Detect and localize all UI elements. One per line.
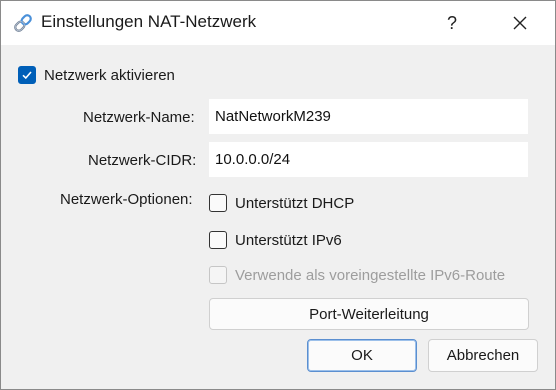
cancel-button[interactable]: Abbrechen (428, 339, 538, 372)
dhcp-label: Unterstützt DHCP (235, 194, 355, 212)
network-cidr-field[interactable] (209, 142, 528, 177)
dhcp-checkbox-row[interactable]: Unterstützt DHCP (209, 192, 354, 214)
window-title: Einstellungen NAT-Netzwerk (41, 12, 257, 31)
dhcp-checkbox[interactable] (209, 194, 227, 212)
ipv6-default-route-checkbox (209, 266, 227, 284)
close-icon (513, 16, 527, 30)
network-cidr-label: Netzwerk-CIDR: (88, 152, 197, 169)
enable-network-checkbox-row[interactable]: Netzwerk aktivieren (18, 64, 175, 86)
network-options-label: Netzwerk-Optionen: (60, 191, 193, 208)
enable-network-label: Netzwerk aktivieren (44, 66, 175, 84)
help-button[interactable]: ? (421, 1, 483, 45)
ipv6-default-route-label: Verwende als voreingestellte IPv6-Route (235, 266, 506, 284)
port-forwarding-button[interactable]: Port-Weiterleitung (209, 298, 529, 330)
nat-network-settings-dialog: Einstellungen NAT-Netzwerk ? Netzwerk ak… (0, 0, 556, 390)
checkmark-icon (22, 71, 32, 80)
close-button[interactable] (489, 1, 551, 45)
ipv6-checkbox-row[interactable]: Unterstützt IPv6 (209, 229, 342, 251)
network-name-label: Netzwerk-Name: (83, 109, 195, 126)
ipv6-default-route-checkbox-row: Verwende als voreingestellte IPv6-Route (209, 264, 505, 286)
ok-button[interactable]: OK (307, 339, 417, 372)
link-chain-icon (12, 12, 34, 34)
ipv6-label: Unterstützt IPv6 (235, 231, 342, 249)
ipv6-checkbox[interactable] (209, 231, 227, 249)
title-bar: Einstellungen NAT-Netzwerk ? (1, 1, 555, 45)
enable-network-checkbox[interactable] (18, 66, 36, 84)
network-name-field[interactable] (209, 99, 528, 134)
